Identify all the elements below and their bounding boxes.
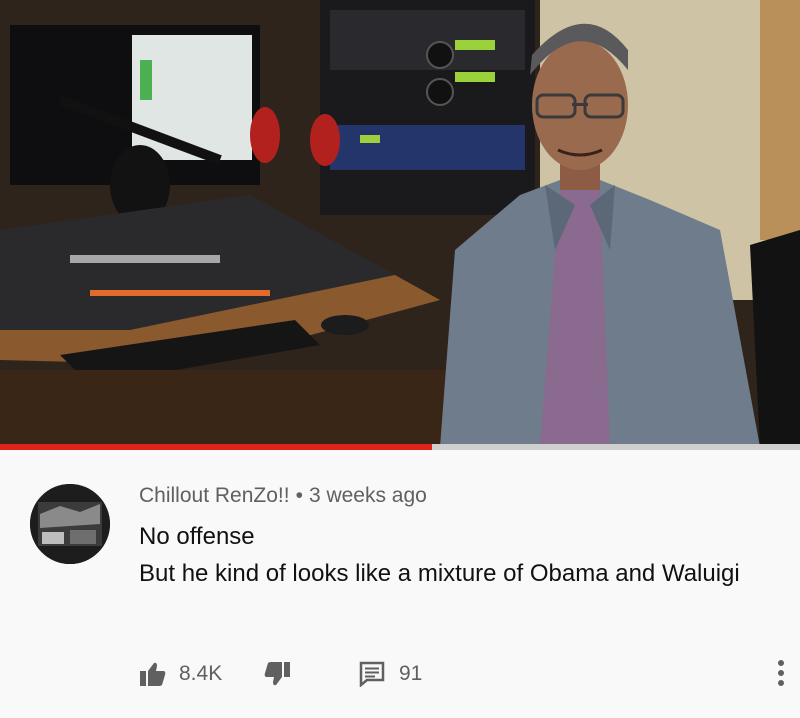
comment-line: No offense bbox=[139, 523, 255, 550]
reply-count: 91 bbox=[399, 662, 423, 685]
avatar-image bbox=[30, 484, 110, 564]
comment-card: Chillout RenZo!! • 3 weeks ago No offense … bbox=[0, 450, 800, 718]
comment-body: No offense But he kind of looks like a m… bbox=[139, 518, 769, 592]
more-options-button[interactable] bbox=[776, 658, 786, 693]
comment-icon bbox=[359, 661, 385, 687]
meta-separator: • bbox=[295, 484, 303, 507]
reply-button[interactable]: 91 bbox=[359, 656, 422, 692]
comment-line: But he kind of looks like a mixture of O… bbox=[139, 560, 740, 587]
comment-actions: 8.4K 91 bbox=[139, 656, 779, 692]
comment-author[interactable]: Chillout RenZo!! bbox=[139, 484, 290, 507]
thumbs-up-icon bbox=[140, 662, 166, 686]
like-count: 8.4K bbox=[179, 662, 223, 685]
comment-timestamp[interactable]: 3 weeks ago bbox=[309, 484, 427, 507]
dislike-button[interactable] bbox=[263, 656, 291, 692]
avatar[interactable] bbox=[30, 484, 110, 564]
more-vertical-icon bbox=[778, 660, 784, 686]
video-player[interactable] bbox=[0, 0, 800, 447]
comment-meta: Chillout RenZo!! • 3 weeks ago bbox=[139, 484, 427, 508]
like-button[interactable]: 8.4K bbox=[139, 656, 222, 692]
video-frame-radio-studio bbox=[0, 0, 800, 447]
thumbs-down-icon bbox=[264, 662, 290, 686]
